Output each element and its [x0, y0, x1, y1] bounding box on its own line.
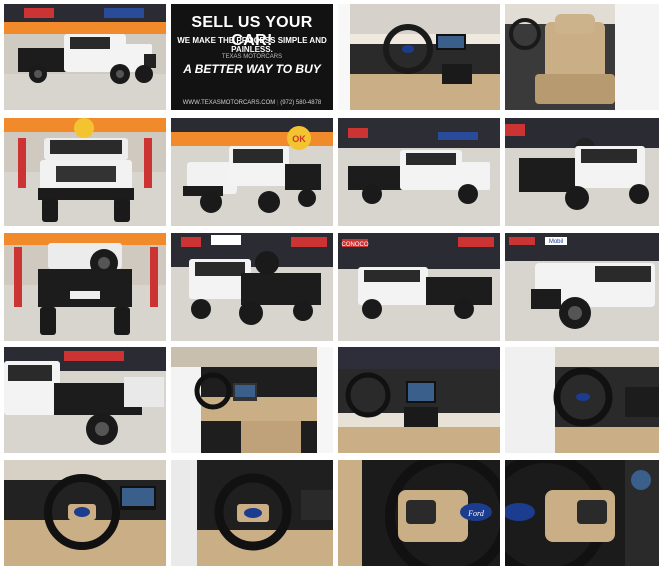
photo-image: [4, 347, 166, 453]
photo-exterior-rear-closeup[interactable]: [4, 347, 166, 453]
photo-interior-cabin[interactable]: [171, 347, 333, 453]
photo-image: [4, 233, 166, 341]
photo-exterior-side[interactable]: [338, 118, 500, 226]
ford-badge: Ford: [467, 509, 485, 518]
photo-exterior-front[interactable]: [4, 118, 166, 226]
photo-image: [505, 4, 659, 110]
conoco-sign: CONOCO: [342, 242, 369, 248]
photo-interior-steering-wheel[interactable]: [4, 460, 166, 566]
photo-interior-wheel-left-controls[interactable]: Ford: [338, 460, 500, 566]
photo-exterior-front-quarter[interactable]: Mobil: [505, 233, 659, 341]
promo-subline: WE MAKE THE PROCESS SIMPLE AND PAINLESS.: [177, 36, 327, 54]
photo-interior-wheel-right-controls[interactable]: [505, 460, 659, 566]
photo-interior-dash[interactable]: [338, 4, 500, 110]
photo-image: [171, 233, 333, 341]
photo-exterior-front-angle[interactable]: OK: [171, 118, 333, 226]
photo-exterior-rear-angle[interactable]: [505, 118, 659, 226]
photo-exterior-rear[interactable]: [4, 233, 166, 341]
photo-image: [4, 118, 166, 226]
promo-banner[interactable]: SELL US YOUR CAR! WE MAKE THE PROCESS SI…: [171, 4, 333, 110]
promo-brand: TEXAS MOTORCARS: [221, 54, 283, 60]
photo-image: Ford: [338, 460, 500, 566]
ok-sign: OK: [292, 134, 306, 144]
photo-gallery: SELL US YOUR CAR! WE MAKE THE PROCESS SI…: [0, 0, 660, 567]
promo-phone: (972) 580-4878: [280, 100, 322, 106]
photo-image: [505, 118, 659, 226]
photo-image: [4, 4, 166, 110]
photo-exterior-side-front[interactable]: [4, 4, 166, 110]
photo-image: [338, 347, 500, 453]
photo-image: Mobil: [505, 233, 659, 341]
photo-image: OK: [171, 118, 333, 226]
photo-interior-wheel-front[interactable]: [171, 460, 333, 566]
photo-image: [171, 460, 333, 566]
photo-exterior-rear-quarter[interactable]: [171, 233, 333, 341]
photo-image: [338, 4, 500, 110]
promo-slogan: A BETTER WAY TO BUY: [183, 62, 321, 76]
photo-image: CONOCO: [338, 233, 500, 341]
photo-image: [338, 118, 500, 226]
photo-exterior-profile[interactable]: CONOCO: [338, 233, 500, 341]
photo-interior-dashboard[interactable]: [338, 347, 500, 453]
promo-contact: WWW.TEXASMOTORCARS.COM | (972) 580-4878: [182, 100, 322, 106]
photo-image: [4, 460, 166, 566]
photo-image: [505, 460, 659, 566]
promo-website: WWW.TEXASMOTORCARS.COM: [182, 100, 276, 106]
photo-interior-seats[interactable]: [505, 4, 659, 110]
mobil-sign: Mobil: [549, 239, 563, 245]
photo-image: [171, 347, 333, 453]
photo-interior-driver[interactable]: [505, 347, 659, 453]
photo-image: [505, 347, 659, 453]
